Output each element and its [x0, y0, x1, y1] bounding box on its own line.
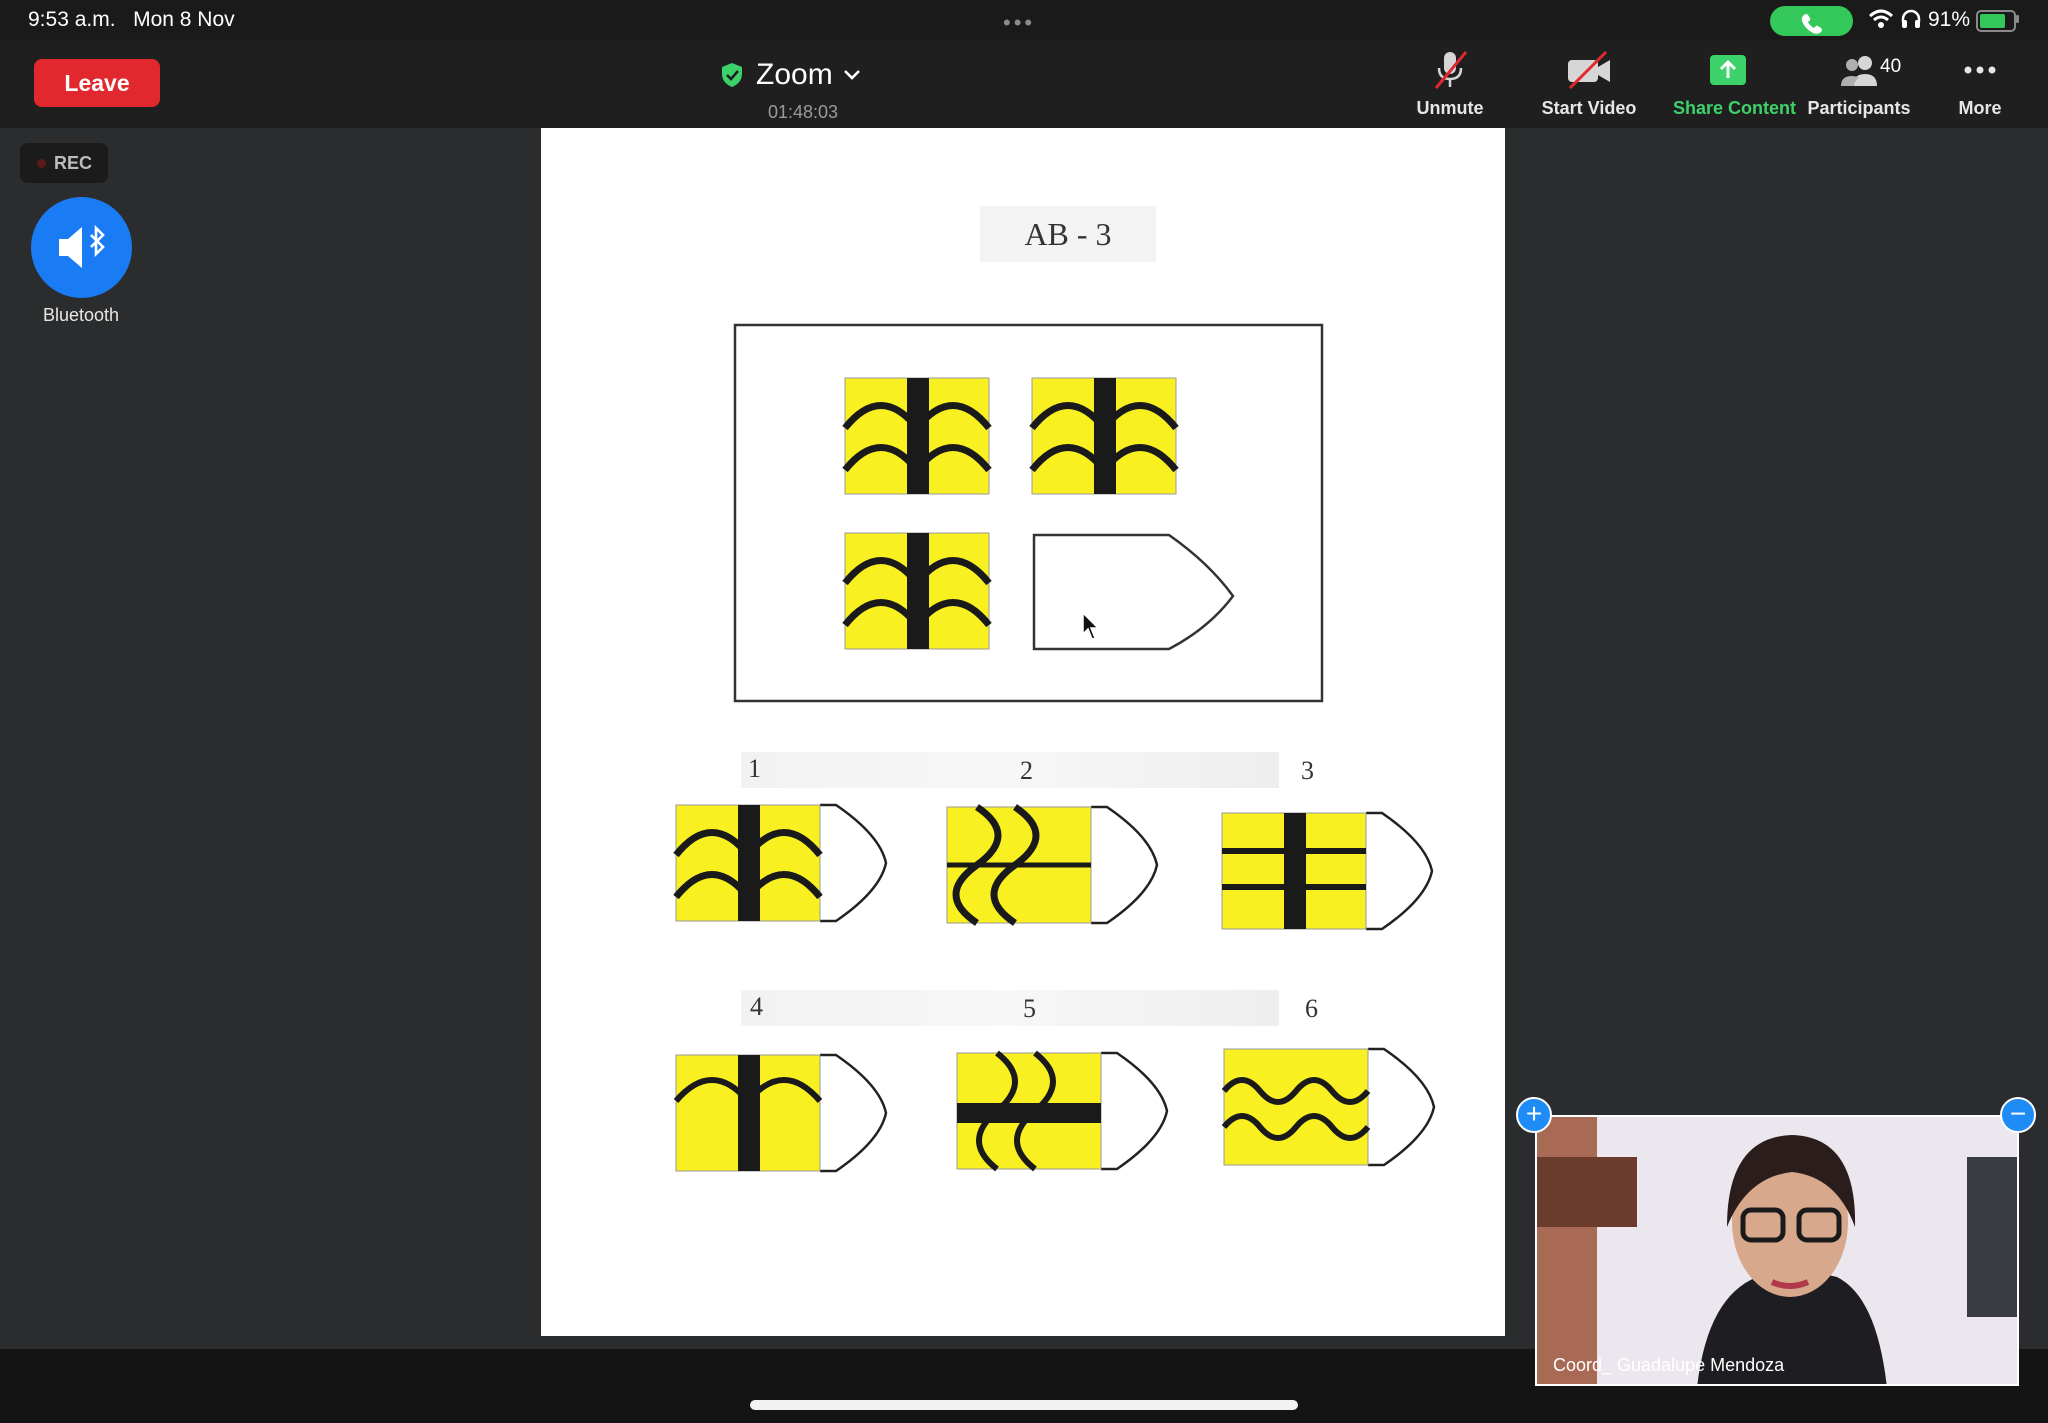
participant-video-tile[interactable]: Coord_ Guadalupe Mendoza [1535, 1115, 2019, 1386]
option-6-piece [1221, 1047, 1436, 1167]
mouse-cursor-icon [1082, 612, 1100, 640]
leave-button[interactable]: Leave [34, 59, 160, 107]
battery-cap [2016, 15, 2019, 23]
security-shield-icon [722, 63, 742, 87]
muted-mic-icon [1434, 51, 1468, 89]
speaker-bluetooth-icon [59, 224, 105, 268]
more-button[interactable]: More [1925, 48, 2035, 124]
share-content-button[interactable]: Share Content [1673, 48, 1797, 124]
matrix-tile [845, 378, 989, 494]
share-upload-icon [1710, 55, 1746, 85]
share-content-label: Share Content [1673, 98, 1797, 118]
option-4-piece [673, 1053, 888, 1173]
participants-button[interactable]: 40 Participants [1804, 48, 1914, 124]
battery-icon [1976, 10, 2016, 32]
audio-output-label: Bluetooth [42, 305, 120, 325]
recording-indicator: REC [20, 143, 108, 183]
participant-name: Coord_ Guadalupe Mendoza [1553, 1355, 1785, 1375]
participants-icon [1841, 56, 1877, 86]
meeting-timer: 01:48:03 [768, 102, 839, 122]
option-2-piece [946, 804, 1159, 926]
start-video-label: Start Video [1541, 98, 1637, 118]
wifi-icon [1868, 9, 1894, 28]
multitasking-dots-icon[interactable]: ••• [1003, 10, 1035, 36]
meeting-info-button[interactable]: Zoom [720, 58, 861, 92]
option-3-piece [1221, 811, 1434, 931]
option-1-piece [676, 805, 888, 921]
home-indicator[interactable] [750, 1400, 1298, 1410]
option-5-piece [956, 1050, 1169, 1172]
matrix-tile [845, 533, 989, 649]
more-label: More [1958, 98, 2002, 118]
question-frame [733, 323, 1324, 703]
rec-label: REC [54, 153, 93, 173]
chevron-down-icon [843, 70, 860, 80]
missing-piece-slot [1032, 533, 1235, 651]
battery-percent: 91% [1928, 8, 1971, 31]
video-off-icon [1568, 50, 1610, 90]
expand-video-button[interactable]: + [1516, 1097, 1552, 1133]
unmute-button[interactable]: Unmute [1395, 48, 1505, 124]
unmute-label: Unmute [1416, 98, 1484, 118]
participants-label: Participants [1807, 98, 1911, 118]
minimize-video-button[interactable]: − [2000, 1097, 2036, 1133]
active-call-pill[interactable] [1770, 6, 1853, 36]
rec-dot-icon [37, 159, 46, 168]
audio-output-button[interactable] [31, 197, 132, 298]
shared-screen: AB - 3 1 2 3 4 5 6 [541, 128, 1505, 1336]
ios-status-bar: 9:53 a.m. Mon 8 Nov ••• 91% [0, 0, 2048, 40]
participants-count: 40 [1880, 56, 1902, 77]
headphones-icon [1901, 9, 1921, 28]
matrix-tile [1032, 378, 1176, 494]
meeting-toolbar: Leave Zoom 01:48:03 Unmute Start Video S… [0, 40, 2048, 128]
status-time-date: 9:53 a.m. Mon 8 Nov [28, 8, 235, 31]
more-dots-icon [1964, 66, 1996, 74]
participant-video-feed [1537, 1117, 2017, 1384]
puzzle-figure [541, 323, 1436, 1173]
meeting-name: Zoom [756, 58, 833, 91]
start-video-button[interactable]: Start Video [1534, 48, 1644, 124]
phone-icon [1801, 14, 1822, 34]
